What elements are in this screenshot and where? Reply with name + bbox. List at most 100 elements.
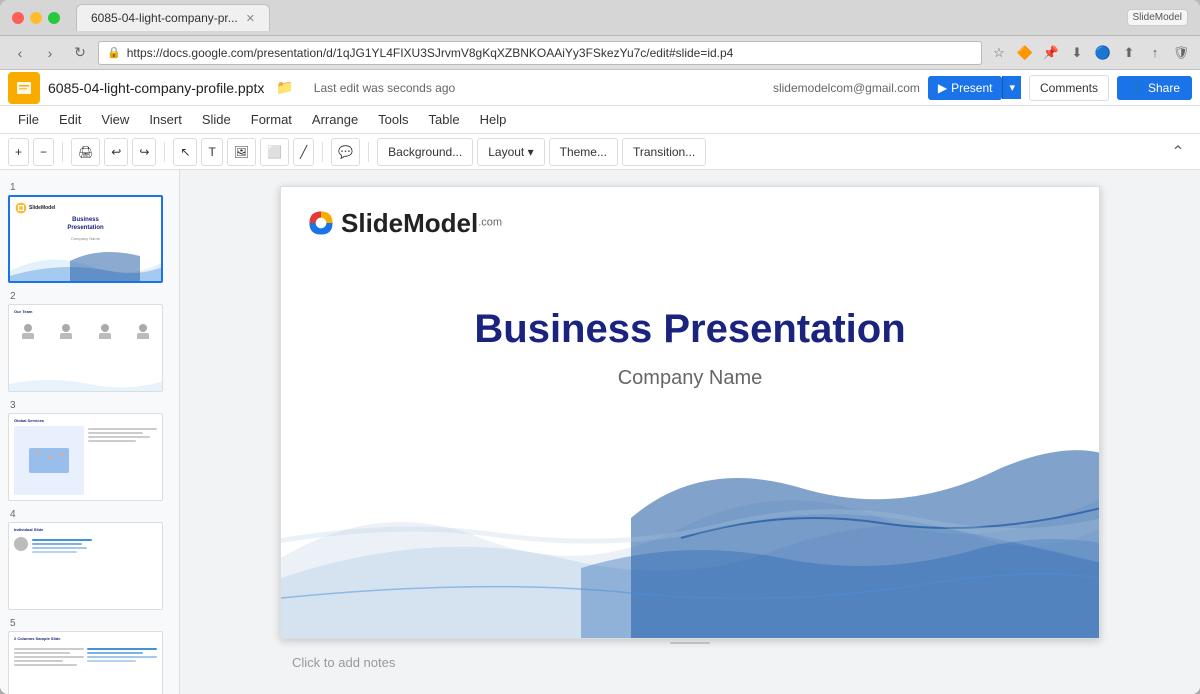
comment-button[interactable]: 💬 [331, 138, 360, 166]
slide-thumbnail-5: 2 Columns Sample Slide [8, 631, 163, 694]
folder-icon: 📁 [276, 79, 293, 96]
title-bar: 6085-04-light-company-pr... ✕ SlideModel [0, 0, 1200, 36]
present-label: Present [951, 81, 992, 95]
menu-table[interactable]: Table [419, 108, 470, 131]
toolbar-row: + − 🖨 ↩ ↪ ↖ T 🖼 ⬜ ╱ 💬 Background... Layo… [0, 134, 1200, 170]
extension7-icon[interactable]: 🛡 [1170, 42, 1192, 64]
slide-item-4[interactable]: 4 Individual Slide [0, 505, 179, 614]
menu-bar: File Edit View Insert Slide Format Arran… [0, 106, 1200, 134]
user-email: slidemodelcom@gmail.com [773, 81, 920, 95]
select-button[interactable]: ↖ [173, 138, 197, 166]
menu-arrange[interactable]: Arrange [302, 108, 368, 131]
background-button[interactable]: Background... [377, 138, 473, 166]
slide-item-2[interactable]: 2 Our Team [0, 287, 179, 396]
back-button[interactable]: ‹ [8, 41, 32, 65]
slide-number-4: 4 [8, 509, 171, 520]
present-dropdown-button[interactable]: ▾ [1002, 76, 1021, 99]
main-content: 1 SlideModel BusinessPresentation Compan… [0, 170, 1200, 694]
present-icon: ▶ [938, 81, 947, 95]
notes-drag-handle[interactable] [670, 639, 710, 647]
file-title: 6085-04-light-company-profile.pptx [48, 80, 264, 96]
comments-button[interactable]: Comments [1029, 75, 1109, 101]
slide-thumbnail-4: Individual Slide [8, 522, 163, 610]
menu-help[interactable]: Help [470, 108, 517, 131]
slides-app-icon [8, 72, 40, 104]
undo-button[interactable]: ↩ [104, 138, 128, 166]
slide-number-5: 5 [8, 618, 171, 629]
address-field[interactable]: 🔒 https://docs.google.com/presentation/d… [98, 41, 982, 65]
text-button[interactable]: T [201, 138, 222, 166]
notes-placeholder: Click to add notes [292, 655, 395, 670]
logo-text: SlideModel [341, 208, 478, 238]
logo-com: .com [478, 216, 502, 228]
slide-thumbnail-3: Global Services [8, 413, 163, 501]
slide-item-5[interactable]: 5 2 Columns Sample Slide [0, 614, 179, 694]
refresh-button[interactable]: ↻ [68, 41, 92, 65]
extension1-icon[interactable]: 🔶 [1014, 42, 1036, 64]
slide-thumbnail-2: Our Team [8, 304, 163, 392]
slide-item-1[interactable]: 1 SlideModel BusinessPresentation Compan… [0, 178, 179, 287]
extension5-icon[interactable]: ⬆ [1118, 42, 1140, 64]
slide-number-1: 1 [8, 182, 171, 193]
toolbar-divider-1 [62, 142, 63, 162]
tab-title: 6085-04-light-company-pr... [91, 11, 238, 25]
share-icon: 👤 [1129, 81, 1144, 95]
last-edit-status: Last edit was seconds ago [314, 81, 455, 95]
menu-file[interactable]: File [8, 108, 49, 131]
toolbar-divider-3 [322, 142, 323, 162]
minimize-button[interactable] [30, 12, 42, 24]
menu-tools[interactable]: Tools [368, 108, 418, 131]
forward-button[interactable]: › [38, 41, 62, 65]
browser-tab[interactable]: 6085-04-light-company-pr... ✕ [76, 4, 270, 31]
address-bar-row: ‹ › ↻ 🔒 https://docs.google.com/presenta… [0, 36, 1200, 70]
share-label: Share [1148, 81, 1180, 95]
traffic-lights [12, 12, 60, 24]
slide-wave-decoration [281, 378, 1100, 638]
lock-icon: 🔒 [107, 46, 121, 59]
slide-main-area: SlideModel.com Business Presentation Com… [180, 170, 1200, 694]
menu-slide[interactable]: Slide [192, 108, 241, 131]
collapse-toolbar-button[interactable]: ⌃ [1164, 138, 1192, 166]
toolbar-divider-2 [164, 142, 165, 162]
present-button[interactable]: ▶ Present [928, 76, 1003, 100]
slide-item-3[interactable]: 3 Global Services [0, 396, 179, 505]
app-header: 6085-04-light-company-profile.pptx 📁 Las… [0, 70, 1200, 106]
tab-close-icon[interactable]: ✕ [246, 12, 255, 25]
menu-insert[interactable]: Insert [139, 108, 192, 131]
extension3-icon[interactable]: ⬇ [1066, 42, 1088, 64]
menu-view[interactable]: View [91, 108, 139, 131]
url-text: https://docs.google.com/presentation/d/1… [127, 46, 734, 60]
share-button[interactable]: 👤 Share [1117, 76, 1192, 100]
extension4-icon[interactable]: 🔵 [1092, 42, 1114, 64]
slide-main-title: Business Presentation [281, 307, 1099, 352]
print-button[interactable]: 🖨 [71, 138, 100, 166]
redo-button[interactable]: ↪ [132, 138, 156, 166]
menu-format[interactable]: Format [241, 108, 302, 131]
slide-number-2: 2 [8, 291, 171, 302]
extension6-icon[interactable]: ↑ [1144, 42, 1166, 64]
app-name-badge: SlideModel [1127, 9, 1188, 26]
transition-button[interactable]: Transition... [622, 138, 706, 166]
bookmark-icon[interactable]: ☆ [988, 42, 1010, 64]
user-section: slidemodelcom@gmail.com ▶ Present ▾ Comm… [773, 75, 1192, 101]
slides-panel: 1 SlideModel BusinessPresentation Compan… [0, 170, 180, 694]
slide-thumbnail-1: SlideModel BusinessPresentation Company … [8, 195, 163, 283]
extension2-icon[interactable]: 📌 [1040, 42, 1062, 64]
menu-edit[interactable]: Edit [49, 108, 91, 131]
shapes-button[interactable]: ⬜ [260, 138, 289, 166]
notes-area[interactable]: Click to add notes [280, 647, 1100, 679]
theme-button[interactable]: Theme... [549, 138, 618, 166]
browser-toolbar-icons: ☆ 🔶 📌 ⬇ 🔵 ⬆ ↑ 🛡 [988, 42, 1192, 64]
slide-logo: SlideModel.com [305, 207, 502, 239]
line-button[interactable]: ╱ [293, 138, 314, 166]
image-button[interactable]: 🖼 [227, 138, 256, 166]
slide-number-3: 3 [8, 400, 171, 411]
close-button[interactable] [12, 12, 24, 24]
slides-app: 6085-04-light-company-profile.pptx 📁 Las… [0, 70, 1200, 694]
zoom-in-button[interactable]: + [8, 138, 29, 166]
zoom-out-button[interactable]: − [33, 138, 54, 166]
slide-canvas[interactable]: SlideModel.com Business Presentation Com… [280, 186, 1100, 639]
toolbar-divider-4 [368, 142, 369, 162]
maximize-button[interactable] [48, 12, 60, 24]
layout-button[interactable]: Layout ▾ [477, 138, 544, 166]
